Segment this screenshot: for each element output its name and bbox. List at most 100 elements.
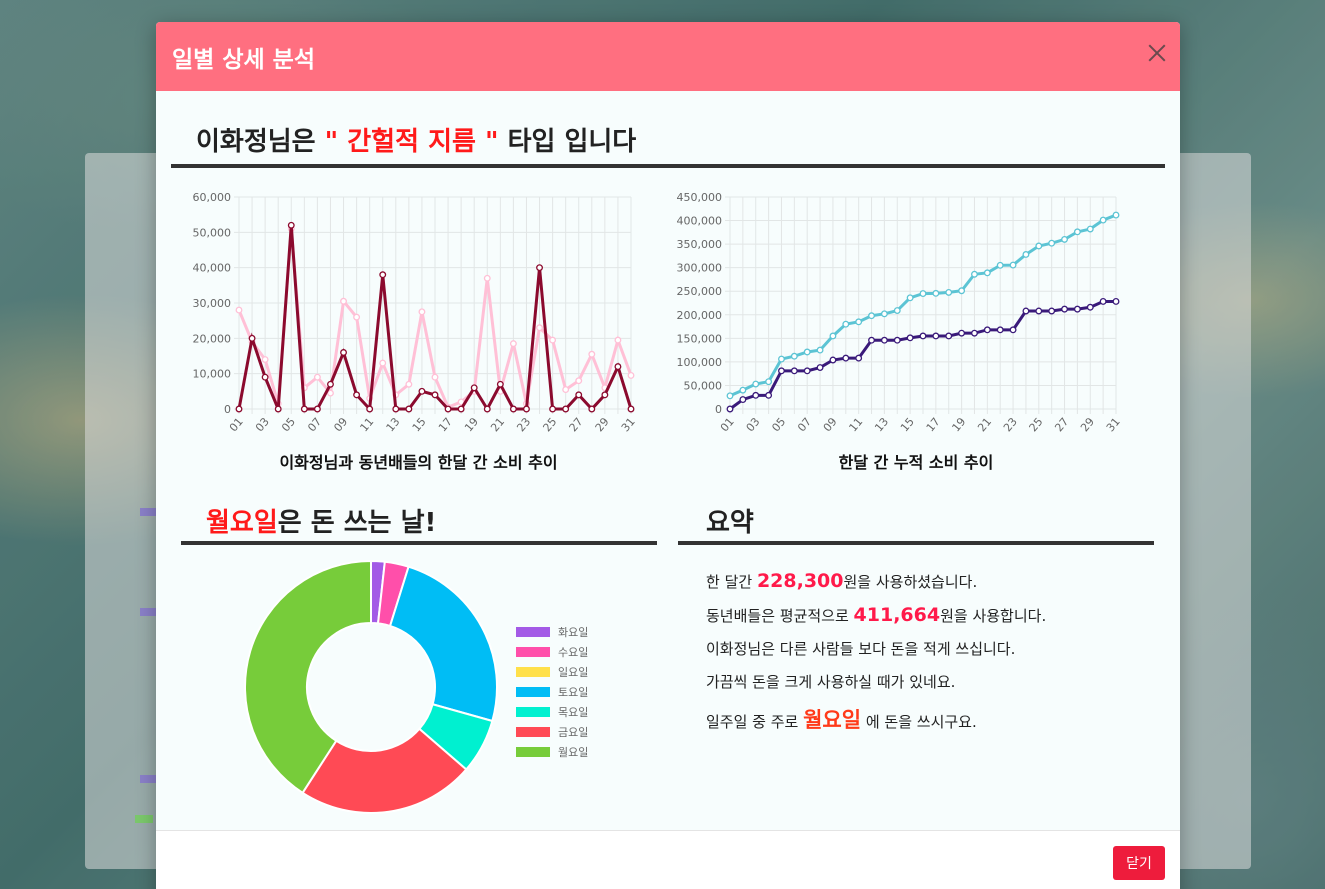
donut-slice	[388, 565, 498, 723]
legend-item[interactable]: 목요일	[516, 702, 588, 722]
y-tick-label: 0	[715, 403, 722, 416]
data-point	[614, 363, 622, 371]
data-point	[868, 336, 875, 344]
data-point	[958, 329, 966, 337]
legend-item[interactable]: 월요일	[516, 742, 588, 762]
x-tick-label: 25	[1027, 415, 1046, 434]
data-point	[1022, 307, 1030, 315]
y-tick-label: 300,000	[677, 262, 723, 275]
data-point	[932, 332, 940, 340]
close-button[interactable]: 닫기	[1113, 846, 1165, 880]
x-tick-label: 27	[1052, 415, 1071, 434]
daily-spending-chart: 0 10,000 20,000 30,000 40,000 50,000 60,000 01 0…	[193, 191, 638, 434]
summary-text-part: 동년배들은 평균적으로	[706, 607, 854, 625]
y-tick-label: 250,000	[677, 285, 723, 298]
data-point	[431, 391, 439, 399]
data-point	[248, 334, 256, 342]
legend-swatch	[516, 687, 550, 697]
data-point	[893, 336, 901, 344]
data-point	[235, 306, 243, 314]
data-point	[588, 405, 596, 413]
data-point	[483, 274, 491, 282]
data-point	[379, 359, 387, 367]
x-tick-label: 23	[1001, 415, 1020, 434]
data-point	[932, 289, 940, 297]
legend-item[interactable]: 일요일	[516, 662, 588, 682]
data-point	[418, 387, 426, 395]
legend-item[interactable]: 화요일	[516, 622, 588, 642]
legend-swatch	[516, 627, 550, 637]
data-point	[1073, 305, 1081, 313]
legend-item[interactable]: 토요일	[516, 682, 588, 702]
data-point	[996, 261, 1004, 269]
data-point	[470, 384, 478, 392]
data-point	[1061, 305, 1068, 313]
data-point	[366, 405, 374, 413]
legend-label: 월요일	[558, 746, 589, 759]
summary-text-part: 원을 사용하셨습니다.	[843, 573, 978, 591]
data-point	[1035, 242, 1043, 250]
x-tick-label: 31	[1104, 415, 1123, 434]
headline-suffix: 타입 입니다	[498, 127, 637, 157]
user-total-amount: 228,300	[756, 570, 844, 592]
data-point	[855, 318, 863, 326]
y-tick-label: 50,000	[684, 379, 723, 392]
headline-prefix: 이화정님은	[196, 127, 325, 157]
modal-header: 일별 상세 분석	[156, 22, 1180, 91]
legend-swatch	[516, 647, 550, 657]
data-point	[971, 270, 978, 278]
data-point	[803, 367, 811, 375]
y-tick-label: 10,000	[193, 368, 232, 381]
x-tick-label: 29	[1078, 415, 1097, 434]
y-tick-label: 200,000	[677, 309, 723, 322]
data-point	[842, 320, 850, 328]
headline-divider	[171, 164, 1165, 168]
data-point	[971, 329, 978, 337]
legend-item[interactable]: 수요일	[516, 642, 588, 662]
data-point	[945, 332, 953, 340]
legend-label: 일요일	[558, 666, 589, 679]
data-point	[803, 348, 811, 356]
data-point	[1086, 303, 1094, 311]
x-tick-label: 07	[795, 415, 814, 434]
summary-line-pattern: 가끔씩 돈을 크게 사용하실 때가 있네요.	[706, 673, 956, 691]
close-icon[interactable]	[1148, 44, 1166, 62]
legend-item[interactable]: 금요일	[516, 722, 588, 742]
summary-text-part: 한 달간	[706, 573, 757, 591]
data-point	[509, 405, 517, 413]
data-point	[483, 405, 491, 413]
data-point	[752, 380, 760, 388]
data-point	[614, 336, 622, 344]
data-point	[313, 405, 321, 413]
data-point	[880, 310, 888, 318]
data-point	[536, 324, 543, 332]
summary-text-part: 일주일 중 주로	[706, 713, 804, 731]
spending-type-label: " 간헐적 지름 "	[324, 127, 499, 157]
x-tick-label: 09	[821, 415, 840, 434]
x-tick-label: 13	[872, 415, 891, 434]
data-point	[575, 377, 583, 385]
legend-label: 화요일	[558, 626, 589, 639]
y-tick-label: 20,000	[193, 332, 232, 345]
background-legend-mark	[135, 815, 153, 823]
y-tick-label: 30,000	[193, 297, 232, 310]
data-point	[739, 396, 747, 404]
data-point	[868, 312, 875, 320]
data-point	[778, 367, 785, 375]
x-tick-label: 11	[847, 415, 866, 434]
data-point	[431, 373, 439, 381]
data-point	[340, 297, 347, 305]
data-point	[353, 391, 361, 399]
daily-analysis-modal: 일별 상세 분석 이화정님은 " 간헐적 지름 " 타입 입니다 0 10,000…	[156, 22, 1180, 889]
data-point	[1112, 211, 1120, 219]
data-point	[983, 269, 991, 277]
data-point	[726, 405, 734, 413]
data-point	[1099, 216, 1107, 224]
spending-type-headline: 이화정님은 " 간헐적 지름 " 타입 입니다	[196, 121, 636, 158]
cumulative-chart-caption: 한달 간 누적 소비 추이	[838, 453, 994, 472]
data-point	[906, 334, 914, 342]
data-point	[842, 354, 850, 362]
cumulative-spending-chart: 0 50,000 100,000 150,000 200,000 250,000 300,0…	[677, 191, 1123, 434]
data-point	[855, 354, 863, 362]
data-point	[996, 326, 1004, 334]
